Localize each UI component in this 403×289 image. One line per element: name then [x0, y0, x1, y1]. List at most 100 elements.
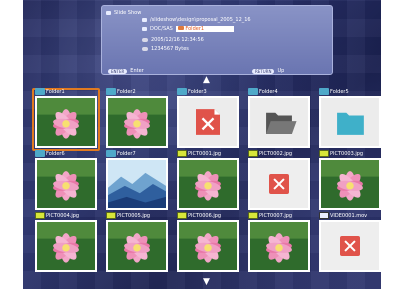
scroll-down-arrow-icon[interactable]: ▼: [203, 278, 210, 287]
tile-label: Folder1: [46, 89, 65, 95]
location-label: DOC/SAS: [150, 26, 173, 32]
movie-badge-icon: [319, 212, 329, 219]
file-tile[interactable]: PICT0001.jpg: [174, 150, 240, 212]
tile-label: PICT0005.jpg: [117, 213, 151, 219]
tile-label: VIDE0001.mov: [330, 213, 368, 219]
thumbnail: [177, 158, 239, 210]
size-row: 1234567 Bytes: [142, 45, 189, 53]
thumbnail: [35, 96, 97, 148]
tile-label: Folder4: [259, 89, 278, 95]
date-row: 2005/12/16 12:34:56: [142, 36, 204, 44]
size-text: 1234567 Bytes: [151, 46, 189, 52]
enter-hint: ENTER Enter: [108, 67, 144, 75]
jpg-badge-icon: [248, 212, 258, 219]
tile-label: PICT0006.jpg: [188, 213, 222, 219]
folder-badge-icon: [106, 88, 116, 95]
folder-path-icon: [142, 18, 147, 22]
tile-label: PICT0003.jpg: [330, 151, 364, 157]
jpg-badge-icon: [177, 150, 187, 157]
thumbnail: [319, 96, 381, 148]
jpg-badge-icon: [35, 212, 45, 219]
flower-photo-icon: [321, 160, 379, 208]
folder-tile[interactable]: Folder1: [32, 88, 100, 151]
tile-label: PICT0001.jpg: [188, 151, 222, 157]
folder-tile[interactable]: Folder6: [32, 150, 98, 212]
thumbnail: [319, 220, 381, 272]
size-icon: [142, 47, 148, 51]
jpg-badge-icon: [319, 150, 329, 157]
thumbnail: [106, 220, 168, 272]
flower-photo-icon: [108, 222, 166, 270]
thumbnail: [177, 96, 239, 148]
return-key-pill: RETURN: [252, 68, 275, 74]
folder-tile[interactable]: Folder2: [103, 88, 169, 150]
folder-tile[interactable]: Folder4: [245, 88, 311, 150]
path-text: /slideshow\design\proposal_2005_12_16: [150, 17, 251, 23]
file-tile[interactable]: PICT0002.jpg: [245, 150, 311, 212]
selected-name: Folder1: [185, 26, 205, 32]
info-panel: Slide Show /slideshow\design\proposal_20…: [101, 5, 333, 75]
folder-tile[interactable]: Folder5: [316, 88, 381, 150]
file-tile[interactable]: VIDE0001.mov: [316, 212, 381, 274]
thumbnail: [106, 96, 168, 148]
panel-title: Slide Show: [114, 10, 142, 16]
error-icon: [269, 174, 289, 194]
thumbnail: [35, 158, 97, 210]
folder-badge-icon: [106, 150, 116, 157]
file-tile[interactable]: PICT0006.jpg: [174, 212, 240, 274]
folder-small-icon: [177, 26, 184, 30]
thumbnail: [248, 96, 310, 148]
error-file-icon: [179, 98, 237, 146]
mountains-photo-icon: [108, 160, 166, 208]
folder-badge-icon: [35, 150, 45, 157]
enter-key-pill: ENTER: [108, 68, 128, 74]
tile-label: PICT0002.jpg: [259, 151, 293, 157]
tile-label: PICT0004.jpg: [46, 213, 80, 219]
flower-photo-icon: [179, 222, 237, 270]
flower-photo-icon: [179, 160, 237, 208]
tile-label: Folder5: [330, 89, 349, 95]
flower-photo-icon: [108, 98, 166, 146]
file-tile[interactable]: PICT0005.jpg: [103, 212, 169, 274]
jpg-badge-icon: [106, 212, 116, 219]
thumbnail: [177, 220, 239, 272]
tile-label: Folder3: [188, 89, 207, 95]
panel-title-row: Slide Show: [106, 9, 141, 17]
tile-label: PICT0007.jpg: [259, 213, 293, 219]
tile-label: Folder6: [46, 151, 65, 157]
flower-photo-icon: [37, 222, 95, 270]
tile-label: Folder7: [117, 151, 136, 157]
slideshow-icon: [106, 11, 111, 15]
thumbnail: [35, 220, 97, 272]
folder-badge-icon: [319, 88, 329, 95]
clock-icon: [142, 38, 148, 42]
enter-hint-text: Enter: [130, 68, 144, 74]
slideshow-browser-screen: Slide Show /slideshow\design\proposal_20…: [23, 0, 381, 289]
flower-photo-icon: [250, 222, 308, 270]
thumbnail: [106, 158, 168, 210]
folder-badge-icon: [35, 88, 45, 95]
folder-badge-icon: [177, 88, 187, 95]
file-icon: [142, 27, 147, 31]
tile-label: Folder2: [117, 89, 136, 95]
jpg-badge-icon: [177, 212, 187, 219]
error-icon: [340, 236, 360, 256]
file-tile[interactable]: PICT0003.jpg: [316, 150, 381, 212]
folder-tile[interactable]: Folder7: [103, 150, 169, 212]
file-tile[interactable]: PICT0004.jpg: [32, 212, 98, 274]
flower-photo-icon: [37, 160, 95, 208]
return-hint: RETURN Up: [252, 67, 284, 75]
open-folder-icon: [250, 98, 308, 146]
teal-folder-icon: [321, 98, 379, 146]
location-row: DOC/SAS Folder1: [142, 25, 234, 33]
return-hint-text: Up: [277, 68, 285, 74]
folder-tile[interactable]: Folder3: [174, 88, 240, 150]
flower-photo-icon: [37, 98, 95, 146]
path-row: /slideshow\design\proposal_2005_12_16: [142, 16, 251, 24]
file-tile[interactable]: PICT0007.jpg: [245, 212, 311, 274]
thumbnail: [319, 158, 381, 210]
date-text: 2005/12/16 12:34:56: [151, 37, 204, 43]
selected-name-field: Folder1: [175, 26, 234, 32]
scroll-up-arrow-icon[interactable]: ▲: [203, 76, 210, 85]
jpg-badge-icon: [248, 150, 258, 157]
